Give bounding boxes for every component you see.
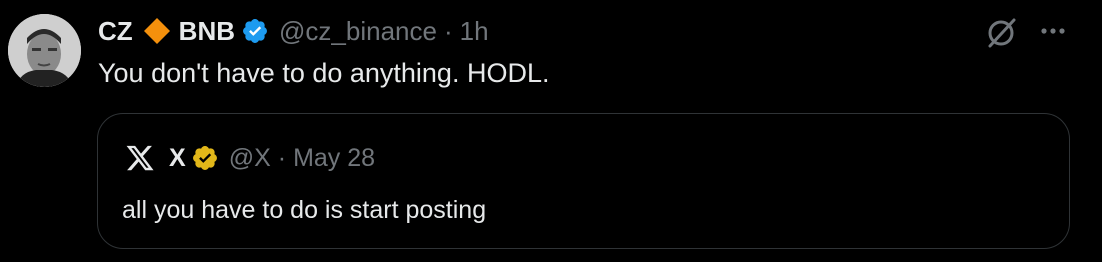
quoted-tweet-header: X @X · May 28 [125, 139, 375, 177]
avatar[interactable] [8, 14, 81, 87]
gold-verified-icon[interactable] [191, 144, 219, 172]
quoted-tweet-text: all you have to do is start posting [122, 196, 487, 224]
tweet-header: CZ BNB @cz_binance · 1h [98, 12, 489, 50]
quoted-timestamp[interactable]: May 28 [293, 144, 375, 173]
grok-icon[interactable] [983, 15, 1019, 51]
quoted-tweet-card[interactable]: X @X · May 28 all you have to do is star… [97, 113, 1070, 249]
author-handle[interactable]: @cz_binance [279, 16, 437, 47]
quoted-author-handle[interactable]: @X [229, 144, 271, 173]
x-logo-icon[interactable] [125, 143, 155, 173]
blue-verified-icon[interactable] [241, 17, 269, 45]
tweet-text: You don't have to do anything. HODL. [98, 58, 550, 88]
separator-dot: · [443, 15, 453, 46]
author-name[interactable]: CZ [98, 16, 133, 47]
orange-diamond-icon [143, 17, 171, 45]
tweet[interactable]: CZ BNB @cz_binance · 1h You don't have t… [0, 0, 1102, 262]
timestamp[interactable]: 1h [460, 16, 489, 47]
quoted-separator-dot: · [277, 143, 287, 172]
author-name-suffix[interactable]: BNB [179, 16, 235, 47]
quoted-author-name[interactable]: X [169, 144, 186, 173]
more-options-icon[interactable] [1035, 17, 1071, 45]
